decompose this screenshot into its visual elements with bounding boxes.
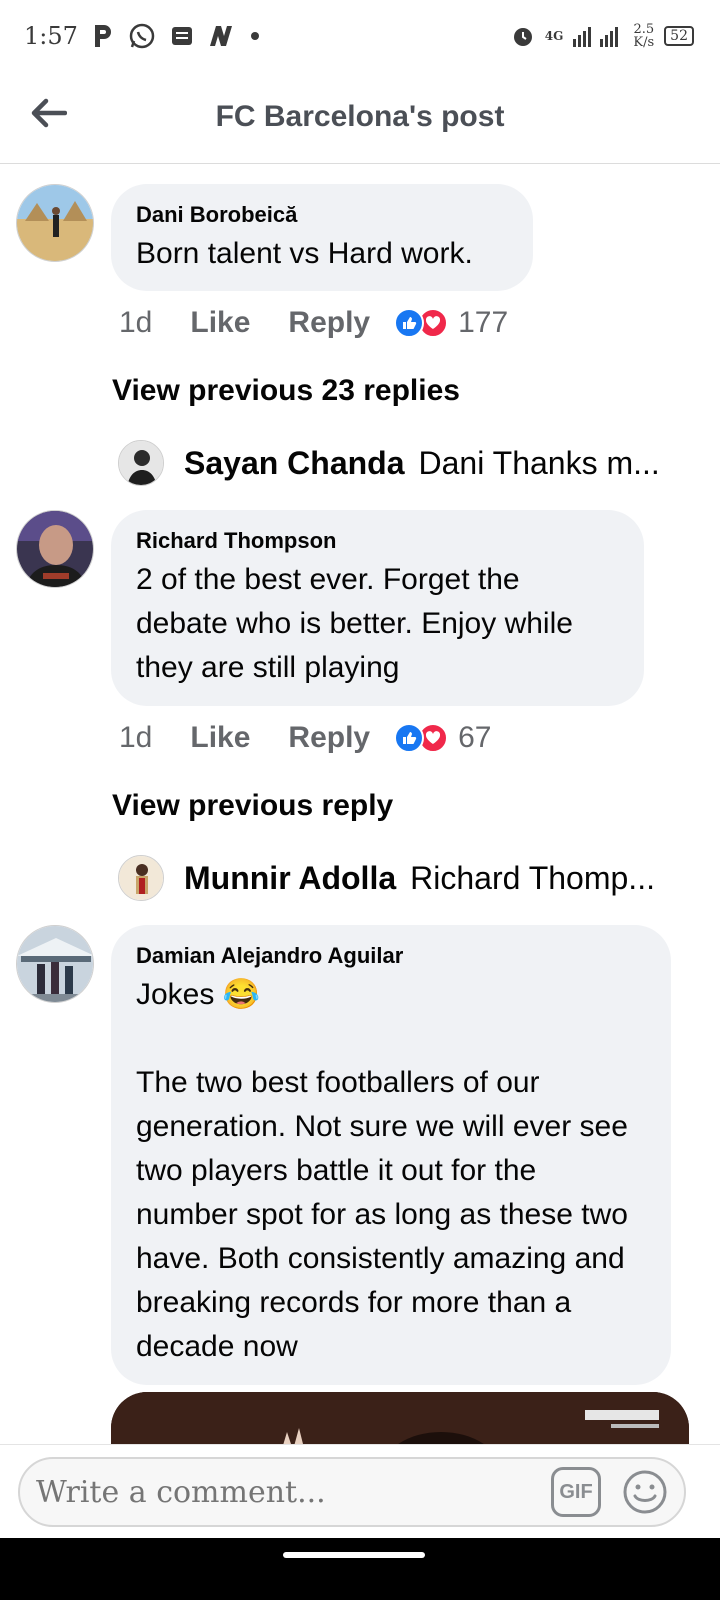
whatsapp-icon [128,22,156,50]
reactions[interactable] [394,723,449,753]
avatar[interactable] [118,855,164,901]
like-button[interactable]: Like [190,306,250,340]
comment-author[interactable]: Richard Thompson [136,528,618,554]
latest-reply[interactable]: Sayan Chanda Dani Thanks m... [118,440,660,486]
reply-preview: Dani Thanks m... [418,444,660,481]
comment-time[interactable]: 1d [119,306,152,340]
comment-text: Jokes 😂 The two best footballers of our … [136,978,628,1363]
comment-actions: 1d Like Reply 177 [119,306,508,340]
avatar[interactable] [16,925,94,1003]
reply-button[interactable]: Reply [288,721,370,755]
like-reaction-icon [394,308,425,338]
latest-reply[interactable]: Munnir Adolla Richard Thomp... [118,855,655,901]
gif-button[interactable]: GIF [551,1467,601,1517]
notification-dot-icon [250,31,260,41]
emoji-button[interactable] [618,1465,672,1519]
avatar[interactable] [16,184,94,262]
network-type: 4G [544,29,564,43]
post-header: FC Barcelona's post [0,72,720,164]
view-previous-reply[interactable]: View previous reply [112,789,393,823]
comment-author[interactable]: Dani Borobeică [136,202,507,228]
status-right: 4G 2.5 K/s 52 [511,23,694,49]
comment-time[interactable]: 1d [119,721,152,755]
comment-bubble[interactable]: Damian Alejandro Aguilar Jokes 😂 The two… [111,925,671,1385]
p-app-icon [92,23,114,49]
reply-author[interactable]: Munnir Adolla [184,860,396,897]
comment-text: 2 of the best ever. Forget the debate wh… [136,563,582,684]
smiley-icon [623,1470,667,1514]
reaction-count[interactable]: 67 [458,721,491,755]
status-time: 1:57 [24,22,78,50]
system-nav-bar [0,1538,720,1600]
reaction-count[interactable]: 177 [458,306,508,340]
status-left: 1:57 [24,22,260,50]
avatar[interactable] [118,440,164,486]
like-button[interactable]: Like [190,721,250,755]
comment-bubble[interactable]: Richard Thompson 2 of the best ever. For… [111,510,644,706]
message-icon [170,24,194,48]
reply-preview: Richard Thomp... [410,859,655,896]
alarm-icon [511,24,535,48]
comment-author[interactable]: Damian Alejandro Aguilar [136,943,645,969]
comment-text: Born talent vs Hard work. [136,237,473,270]
status-bar: 1:57 4G 2.5 K/s 52 [0,0,720,72]
reply-author[interactable]: Sayan Chanda [184,445,405,482]
comment-actions: 1d Like Reply 67 [119,721,491,755]
view-previous-replies[interactable]: View previous 23 replies [112,374,460,408]
network-speed: 2.5 K/s [633,23,654,49]
news-app-icon [208,24,236,48]
home-indicator[interactable] [283,1552,425,1558]
reactions[interactable] [394,308,449,338]
battery-indicator: 52 [664,26,694,46]
page-title: FC Barcelona's post [215,100,505,133]
like-reaction-icon [394,723,425,753]
comment-composer: GIF [0,1444,720,1538]
reply-button[interactable]: Reply [288,306,370,340]
speed-unit: K/s [633,35,655,50]
avatar[interactable] [16,510,94,588]
signal-icon [573,25,623,47]
comment-bubble[interactable]: Dani Borobeică Born talent vs Hard work. [111,184,533,291]
